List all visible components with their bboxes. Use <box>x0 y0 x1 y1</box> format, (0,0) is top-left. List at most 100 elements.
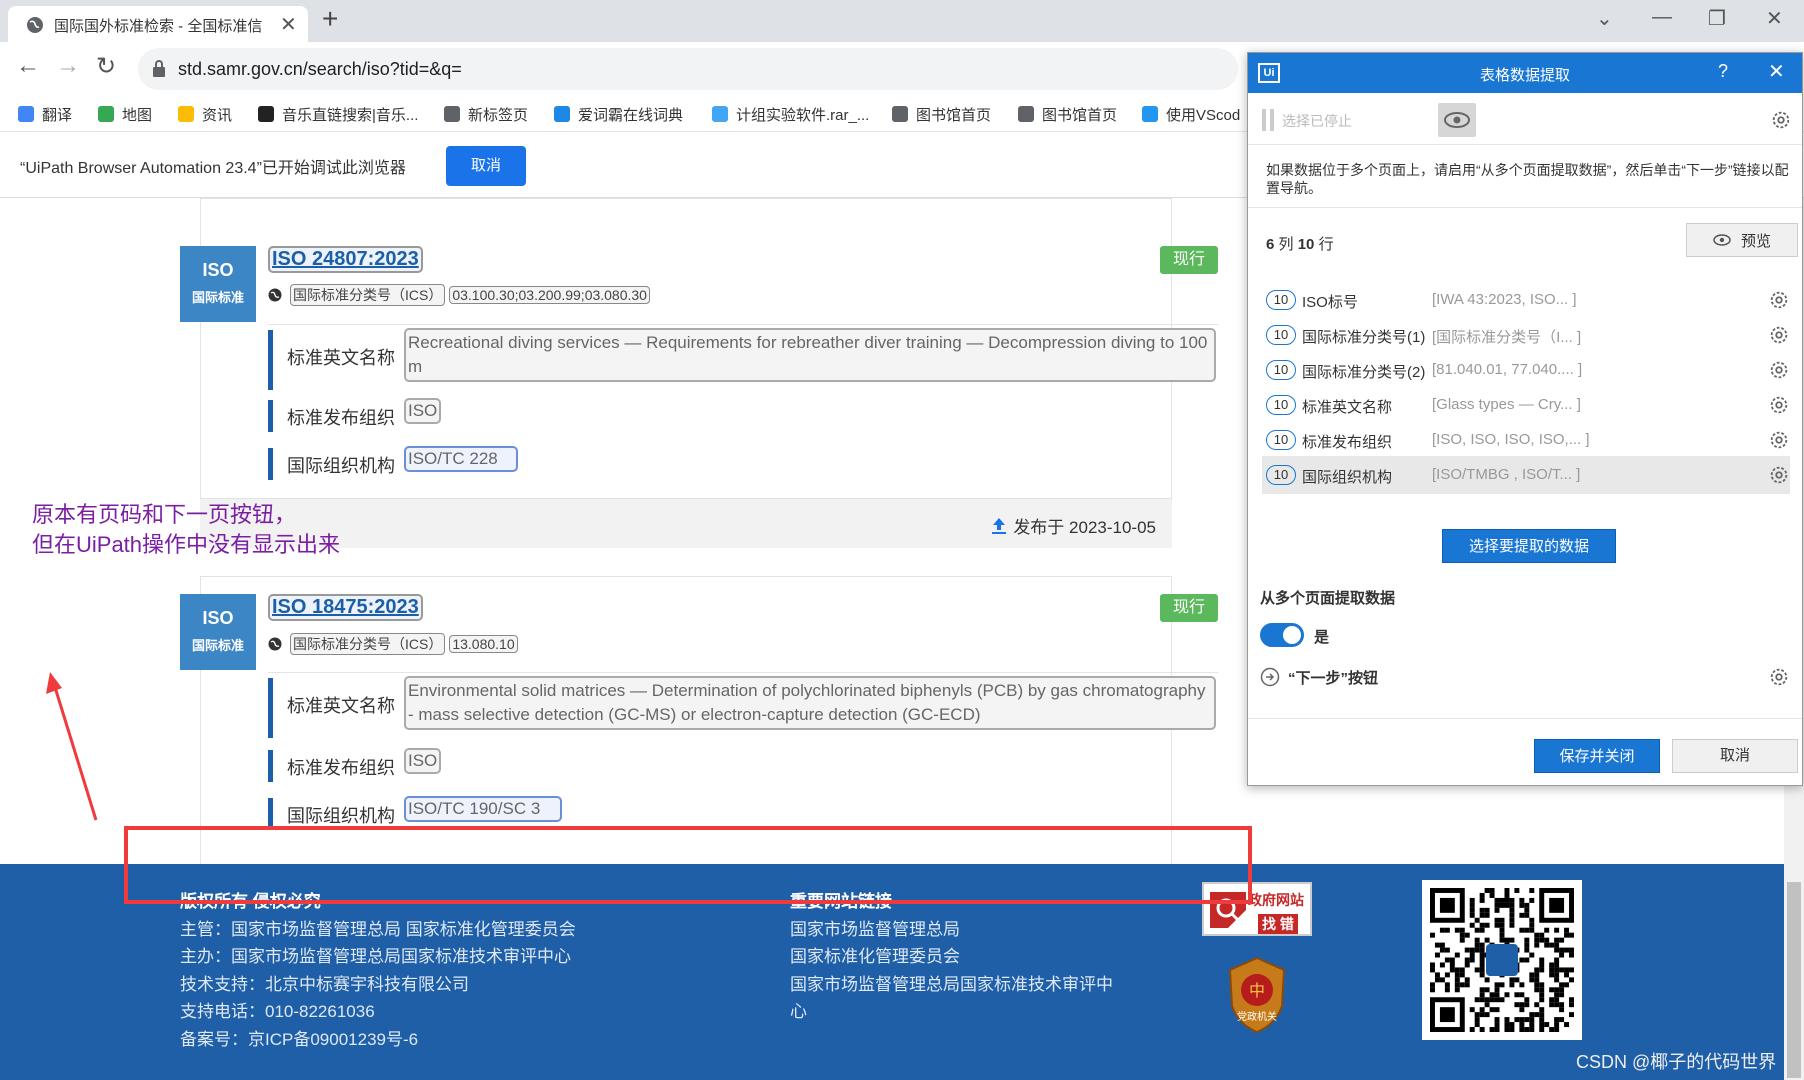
upload-icon <box>992 517 1007 534</box>
party-gov-emblem-icon[interactable]: 中 党政机关 <box>1226 956 1288 1034</box>
extraction-column-row[interactable]: 10 国际组织机构 [ISO/TMBG , ISO/T... ] <box>1262 456 1790 494</box>
url-text: std.samr.gov.cn/search/iso?tid=&q= <box>178 59 462 79</box>
watermark: CSDN @椰子的代码世界 <box>1576 1052 1777 1072</box>
bookmark-item[interactable]: 使用VScod <box>1142 103 1240 125</box>
status-badge: 现行 <box>1160 246 1218 274</box>
extraction-column-row[interactable]: 10 ISO标号 [IWA 43:2023, ISO... ] <box>1262 281 1790 319</box>
annotation-arrow-icon <box>46 672 98 821</box>
minimize-icon[interactable]: — <box>1652 6 1672 29</box>
bookmark-item[interactable]: 资讯 <box>178 103 232 125</box>
tab-search-icon[interactable]: ⌄ <box>1596 6 1613 31</box>
back-icon[interactable]: ← <box>16 52 40 80</box>
qr-pattern <box>1430 888 1574 1032</box>
selection-stopped-label: 选择已停止 <box>1282 113 1352 129</box>
field-label: 标准发布组织 <box>287 758 395 778</box>
infobar-message: “UiPath Browser Automation 23.4”已开始调试此浏览… <box>20 160 406 177</box>
tab-title: 国际国外标准检索 - 全国标准信 <box>54 18 263 35</box>
forward-icon[interactable]: → <box>56 52 80 80</box>
settings-gear-icon[interactable] <box>1768 394 1790 416</box>
eye-icon <box>1713 234 1731 246</box>
bookmark-item[interactable]: 计组实验软件.rar_... <box>712 103 869 125</box>
dialog-close-icon[interactable]: ✕ <box>1768 59 1785 84</box>
extraction-column-row[interactable]: 10 国际标准分类号(1) [国际标准分类号（I... ] <box>1262 316 1790 354</box>
help-icon[interactable]: ? <box>1718 61 1728 82</box>
bookmark-item[interactable]: 翻译 <box>18 103 72 125</box>
footer-info: 版权所有 侵权必究 主管：国家市场监督管理总局 国家标准化管理委员会 主办：国家… <box>180 888 576 1053</box>
field-label: 标准英文名称 <box>287 348 395 368</box>
preview-button[interactable]: 预览 <box>1686 223 1798 257</box>
pause-icon[interactable] <box>1262 109 1274 131</box>
browser-tab[interactable]: 国际国外标准检索 - 全国标准信 ✕ <box>8 6 308 42</box>
footer-link[interactable]: 国家标准化管理委员会 <box>790 943 1120 971</box>
column-count-badge: 10 <box>1266 290 1296 310</box>
select-data-button[interactable]: 选择要提取的数据 <box>1442 529 1616 563</box>
multi-page-toggle[interactable] <box>1260 623 1304 647</box>
bookmark-item[interactable]: 图书馆首页 <box>1018 103 1117 125</box>
bookmark-item[interactable]: 音乐直链搜索|音乐... <box>258 103 418 125</box>
dictionary-icon <box>554 106 570 122</box>
status-badge: 现行 <box>1160 594 1218 622</box>
extraction-column-row[interactable]: 10 标准英文名称 [Glass types — Cry... ] <box>1262 386 1790 424</box>
column-name: 标准英文名称 <box>1302 399 1393 416</box>
settings-gear-icon[interactable] <box>1768 464 1790 486</box>
column-count-badge: 10 <box>1266 465 1296 485</box>
column-row-count: 6 列 10 行 <box>1266 236 1334 253</box>
globe-icon <box>892 106 908 122</box>
globe-icon <box>444 106 460 122</box>
arrow-right-circle-icon <box>1260 667 1280 687</box>
eye-toggle-button[interactable] <box>1438 103 1476 137</box>
extraction-column-row[interactable]: 10 标准发布组织 [ISO, ISO, ISO, ISO,... ] <box>1262 421 1790 459</box>
window-close-icon[interactable]: ✕ <box>1766 6 1783 31</box>
address-bar[interactable]: std.samr.gov.cn/search/iso?tid=&q= <box>138 48 1238 90</box>
tab-close-icon[interactable]: ✕ <box>280 12 297 37</box>
settings-gear-icon[interactable] <box>1768 359 1790 381</box>
column-name: 标准发布组织 <box>1302 434 1393 451</box>
news-icon <box>178 106 194 122</box>
column-count-badge: 10 <box>1266 325 1296 345</box>
ics-label: 国际标准分类号（ICS） <box>290 284 446 306</box>
publish-date: 发布于 2023-10-05 <box>991 513 1156 538</box>
iso-badge: ISO 国际标准 <box>180 594 256 670</box>
annotation-highlight-box <box>124 826 1252 904</box>
tv-icon <box>1142 106 1158 122</box>
globe-icon <box>268 637 282 651</box>
emblem-text: 党政机关 <box>1237 1010 1277 1023</box>
column-name: 国际标准分类号(2) <box>1302 364 1426 381</box>
file-icon <box>712 106 728 122</box>
column-count-badge: 10 <box>1266 430 1296 450</box>
standard-number-link[interactable]: ISO 18475:2023 <box>268 594 423 621</box>
infobar-cancel-button[interactable]: 取消 <box>446 146 526 186</box>
multi-page-section-label: 从多个页面提取数据 <box>1260 590 1396 607</box>
bookmark-item[interactable]: 新标签页 <box>444 103 528 125</box>
settings-gear-icon[interactable] <box>1768 429 1790 451</box>
settings-gear-icon[interactable] <box>1768 289 1790 311</box>
footer-link[interactable]: 国家市场监督管理总局国家标准技术审评中心 <box>790 971 1120 1026</box>
standard-number-link[interactable]: ISO 24807:2023 <box>268 246 423 273</box>
settings-gear-icon[interactable] <box>1768 324 1790 346</box>
scrollbar-thumb[interactable] <box>1787 882 1801 1078</box>
new-tab-button[interactable]: + <box>322 3 338 35</box>
ics-label: 国际标准分类号（ICS） <box>290 633 446 655</box>
bookmark-item[interactable]: 爱词霸在线词典 <box>554 103 683 125</box>
save-and-close-button[interactable]: 保存并关闭 <box>1534 739 1660 773</box>
divider <box>1248 718 1802 719</box>
footer-link[interactable]: 国家市场监督管理总局 <box>790 916 1120 944</box>
settings-gear-icon[interactable] <box>1770 109 1792 131</box>
bookmark-item[interactable]: 图书馆首页 <box>892 103 991 125</box>
bookmark-item[interactable]: 地图 <box>98 103 152 125</box>
extraction-column-row[interactable]: 10 国际标准分类号(2) [81.040.01, 77.040.... ] <box>1262 351 1790 389</box>
toggle-label: 是 <box>1314 629 1330 646</box>
field-label: 国际组织机构 <box>287 456 395 476</box>
eye-icon <box>1444 112 1470 128</box>
music-icon <box>258 106 274 122</box>
committee-value: ISO/TC 228 <box>404 446 518 472</box>
column-count-badge: 10 <box>1266 395 1296 415</box>
next-button-config-row[interactable]: “下一步”按钮 <box>1260 663 1790 691</box>
multi-page-hint: 如果数据位于多个页面上，请启用“从多个页面提取数据”，然后单击“下一步”链接以配… <box>1266 162 1789 196</box>
restore-icon[interactable]: ❐ <box>1708 6 1726 31</box>
divider <box>1248 207 1802 208</box>
reload-icon[interactable]: ↻ <box>96 52 116 81</box>
cancel-button[interactable]: 取消 <box>1672 739 1798 773</box>
settings-gear-icon[interactable] <box>1768 666 1790 688</box>
qr-code <box>1422 880 1582 1040</box>
